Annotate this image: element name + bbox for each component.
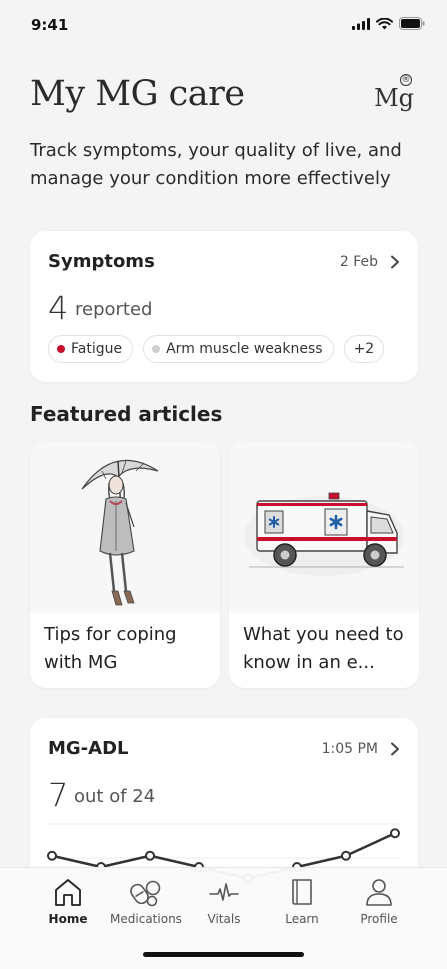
symptom-chip[interactable]: Arm muscle weakness xyxy=(143,335,334,363)
book-icon xyxy=(292,879,312,905)
brand-mark: Mg xyxy=(374,84,414,112)
symptoms-card[interactable]: Symptoms 2 Feb 4 reported Fatigue Arm mu… xyxy=(30,231,418,382)
home-indicator xyxy=(143,952,304,957)
tab-profile[interactable]: Profile xyxy=(339,876,419,926)
data-point xyxy=(390,828,400,839)
data-point xyxy=(145,850,155,861)
symptoms-count: 4 xyxy=(48,289,69,327)
page-title: My MG care xyxy=(30,74,245,114)
chip-label: Arm muscle weakness xyxy=(166,341,323,357)
more-symptoms-chip[interactable]: +2 xyxy=(343,335,385,363)
person-icon xyxy=(366,879,392,906)
featured-articles-title: Featured articles xyxy=(30,402,223,426)
tab-vitals[interactable]: Vitals xyxy=(184,876,264,926)
chip-label: Fatigue xyxy=(71,341,123,357)
tab-learn[interactable]: Learn xyxy=(262,876,342,926)
pills-icon xyxy=(130,880,161,907)
home-icon xyxy=(55,879,81,906)
chevron-right-icon[interactable] xyxy=(390,742,400,756)
status-icons xyxy=(352,17,425,30)
symptoms-date: 2 Feb xyxy=(339,254,378,270)
data-point xyxy=(341,850,351,861)
tab-home[interactable]: Home xyxy=(28,876,108,926)
tab-label: Profile xyxy=(360,912,398,926)
chip-label: +2 xyxy=(353,341,375,357)
mg-adl-score: 7 xyxy=(48,776,69,814)
status-bar: 9:41 xyxy=(0,0,447,50)
article-card[interactable]: Tips for coping with MG xyxy=(30,441,220,688)
chevron-right-icon[interactable] xyxy=(390,255,400,269)
mg-adl-title: MG-ADL xyxy=(48,738,129,759)
tab-label: Learn xyxy=(285,912,319,926)
mg-adl-time: 1:05 PM xyxy=(321,741,378,757)
battery-icon xyxy=(399,17,425,30)
pulse-icon xyxy=(209,883,239,901)
ambulance-illustration xyxy=(229,441,419,613)
severity-dot xyxy=(152,345,161,353)
data-point xyxy=(47,850,57,861)
severity-dot xyxy=(57,345,65,353)
article-title: What you need to know in an e... xyxy=(243,624,404,673)
page-subtitle: Track symptoms, your quality of live, an… xyxy=(30,140,402,189)
article-title: Tips for coping with MG xyxy=(44,624,177,673)
mg-adl-score-label: out of 24 xyxy=(74,786,156,807)
woman-with-umbrella-illustration xyxy=(30,441,220,613)
tab-label: Home xyxy=(48,912,88,926)
symptom-chip[interactable]: Fatigue xyxy=(48,335,134,363)
status-time: 9:41 xyxy=(31,16,69,34)
tab-label: Medications xyxy=(110,912,182,926)
tab-medications[interactable]: Medications xyxy=(106,876,186,926)
symptoms-title: Symptoms xyxy=(48,251,155,272)
symptom-chips: Fatigue Arm muscle weakness +2 xyxy=(48,335,385,363)
symptoms-count-label: reported xyxy=(75,299,153,320)
wifi-icon xyxy=(376,17,393,29)
cellular-signal-icon xyxy=(352,17,370,30)
tab-label: Vitals xyxy=(207,912,241,926)
article-card[interactable]: What you need to know in an e... xyxy=(229,441,419,688)
